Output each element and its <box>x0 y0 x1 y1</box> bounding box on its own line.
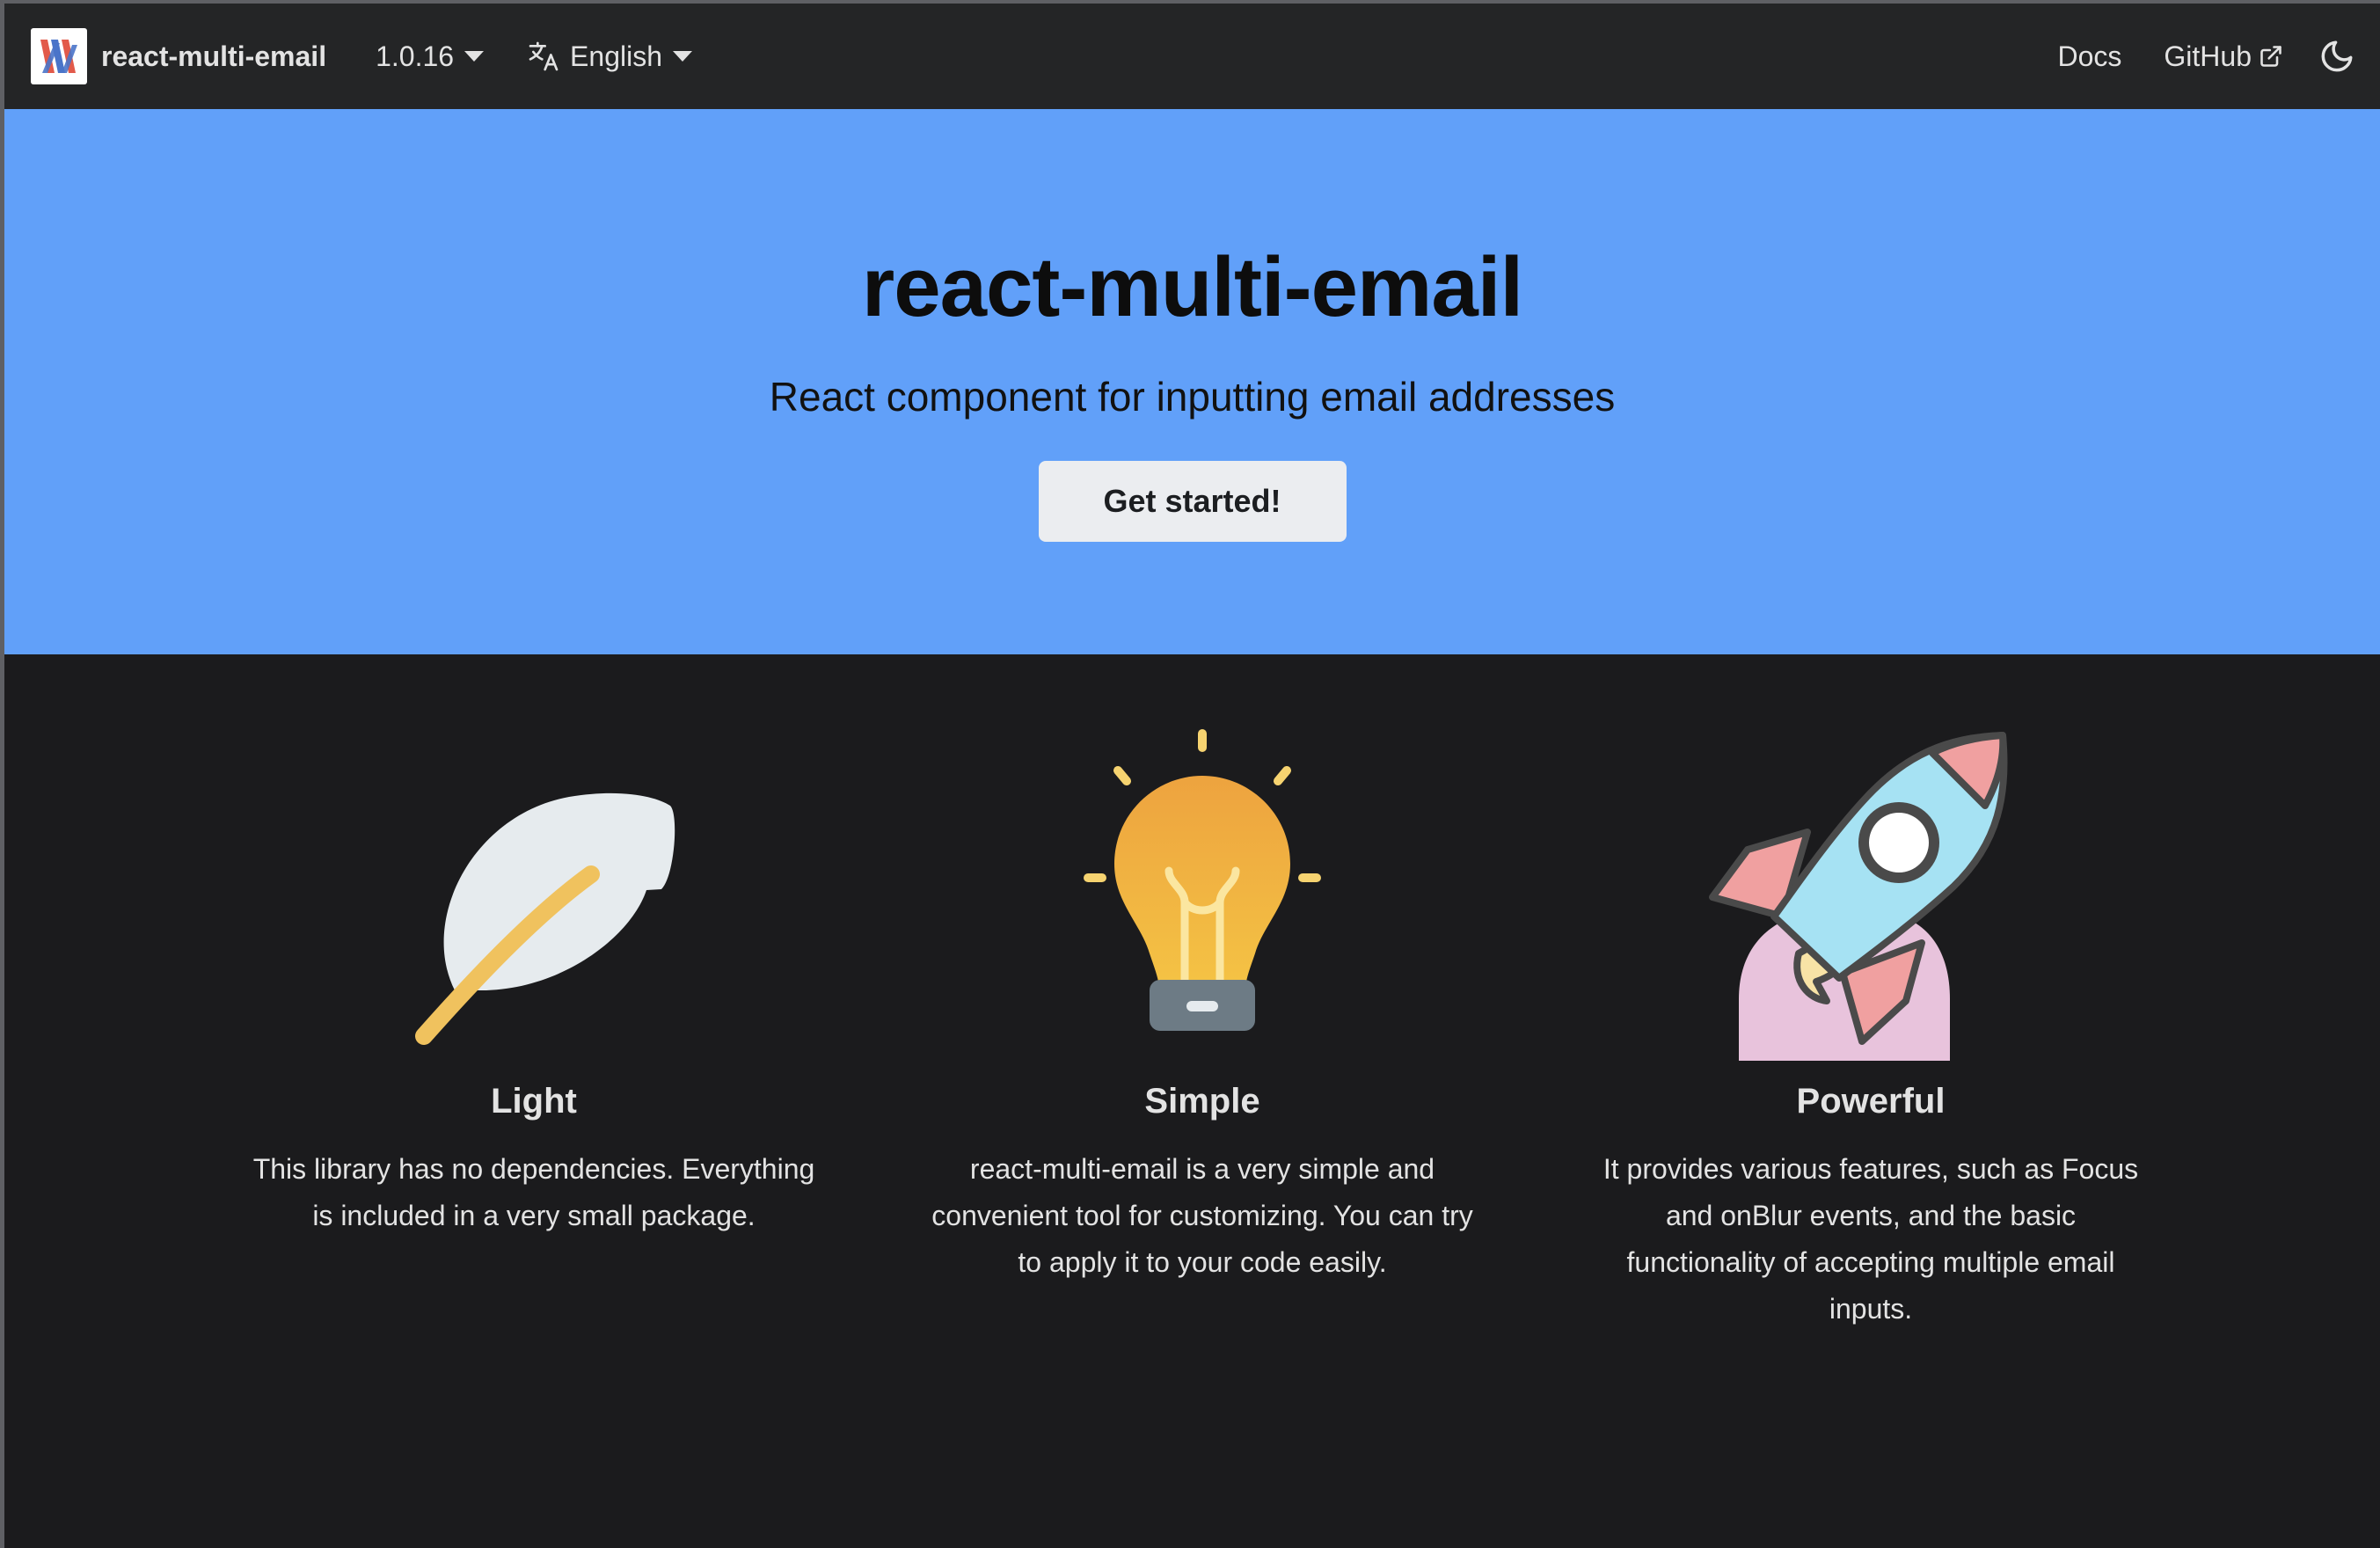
language-label: English <box>570 40 662 72</box>
feature-description: This library has no dependencies. Everyt… <box>252 1153 815 1231</box>
features-section: Light This library has no dependencies. … <box>4 654 2380 1548</box>
caret-down-icon <box>673 51 692 62</box>
caret-down-icon <box>464 51 485 62</box>
brand-title[interactable]: react-multi-email <box>101 40 326 73</box>
hero-banner: react-multi-email React component for in… <box>4 109 2380 654</box>
external-link-icon <box>2259 44 2283 69</box>
logo-icon <box>40 40 77 73</box>
lightbulb-icon <box>1026 718 1378 1061</box>
feature-powerful: Powerful It provides various features, s… <box>1537 654 2205 1333</box>
docs-label: Docs <box>2057 40 2122 72</box>
hero-subtitle: React component for inputting email addr… <box>769 374 1616 420</box>
feather-icon <box>358 718 710 1061</box>
github-label: GitHub <box>2164 40 2252 72</box>
logo[interactable] <box>31 28 87 84</box>
feature-title: Light <box>491 1082 577 1121</box>
get-started-button[interactable]: Get started! <box>1038 461 1347 542</box>
translate-icon <box>526 39 561 74</box>
navbar: react-multi-email 1.0.16 English Docs Gi… <box>4 4 2380 109</box>
browser-window: react-multi-email 1.0.16 English Docs Gi… <box>0 0 2380 1548</box>
language-dropdown[interactable]: English <box>526 39 692 74</box>
feature-light: Light This library has no dependencies. … <box>200 654 868 1239</box>
feature-title: Simple <box>1144 1082 1260 1121</box>
rocket-icon <box>1695 718 2047 1061</box>
version-label: 1.0.16 <box>376 40 455 72</box>
theme-toggle-button[interactable] <box>2318 38 2355 75</box>
feature-description: react-multi-email is a very simple and c… <box>931 1153 1473 1278</box>
moon-icon <box>2321 40 2353 72</box>
feature-title: Powerful <box>1796 1082 1946 1121</box>
feature-simple: Simple react-multi-email is a very simpl… <box>868 654 1537 1286</box>
hero-title: react-multi-email <box>861 240 1523 334</box>
github-link[interactable]: GitHub <box>2164 40 2283 73</box>
docs-link[interactable]: Docs <box>2058 40 2122 73</box>
version-dropdown[interactable]: 1.0.16 <box>376 40 485 73</box>
feature-description: It provides various features, such as Fo… <box>1602 1153 2139 1325</box>
